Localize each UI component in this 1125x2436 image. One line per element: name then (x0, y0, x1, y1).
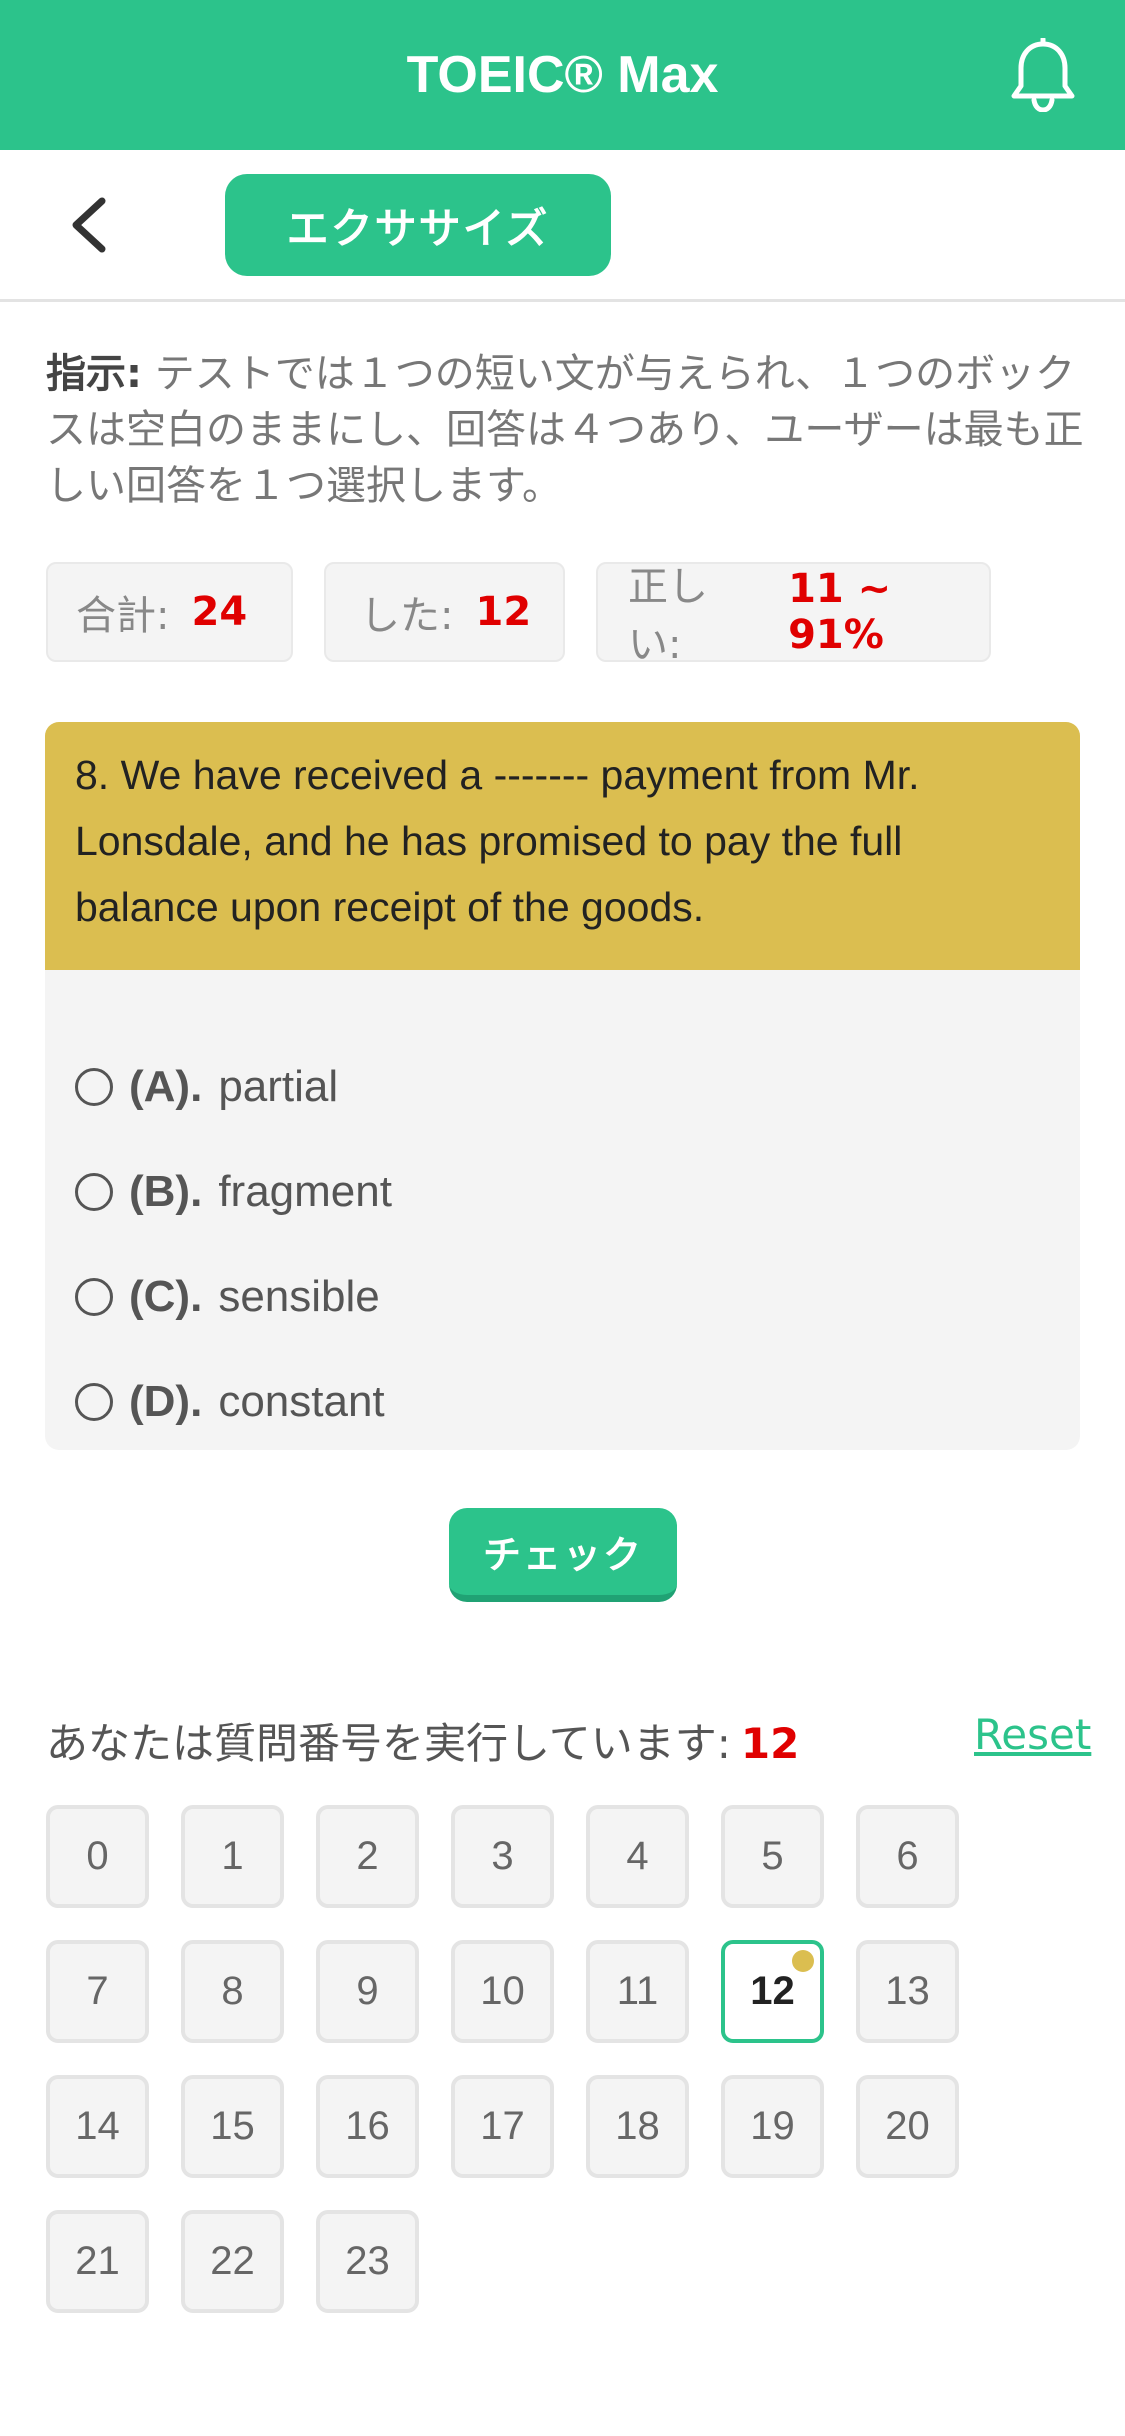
stat-done-label: した: (360, 593, 454, 639)
question-number-button[interactable]: 16 (316, 2075, 419, 2178)
option-b[interactable]: (B). fragment (75, 1157, 392, 1227)
question-number-button[interactable]: 4 (586, 1805, 689, 1908)
app-header: TOEIC® Max (0, 0, 1125, 150)
bell-icon[interactable] (1008, 38, 1078, 112)
sub-toolbar: エクササイズ (0, 150, 1125, 302)
question-number-button[interactable]: 9 (316, 1940, 419, 2043)
question-number-button[interactable]: 14 (46, 2075, 149, 2178)
question-number-button[interactable]: 20 (856, 2075, 959, 2178)
radio-button[interactable] (75, 1173, 113, 1211)
question-number-button[interactable]: 7 (46, 1940, 149, 2043)
option-text: fragment (218, 1167, 392, 1216)
current-indicator-dot (792, 1950, 814, 1972)
question-number-button[interactable]: 3 (451, 1805, 554, 1908)
option-text: sensible (218, 1272, 380, 1321)
question-number-button[interactable]: 23 (316, 2210, 419, 2313)
current-question-number: 12 (740, 1719, 800, 1768)
check-button[interactable]: チェック (449, 1508, 677, 1602)
question-number-button[interactable]: 2 (316, 1805, 419, 1908)
question-number-button[interactable]: 17 (451, 2075, 554, 2178)
stat-done-value: 12 (475, 589, 532, 635)
question-card: 8. We have received a ------- payment fr… (45, 722, 1080, 1450)
question-number-button[interactable]: 10 (451, 1940, 554, 2043)
radio-button[interactable] (75, 1383, 113, 1421)
option-letter: (A). (129, 1062, 203, 1111)
question-number-button[interactable]: 5 (721, 1805, 824, 1908)
progress-label: あなたは質問番号を実行しています: (46, 1719, 731, 1768)
chevron-left-icon[interactable] (64, 195, 114, 255)
question-number-button[interactable]: 18 (586, 2075, 689, 2178)
option-a[interactable]: (A). partial (75, 1052, 338, 1122)
question-number-button-current[interactable]: 12 (721, 1940, 824, 2043)
instructions: 指示: テストでは１つの短い文が与えられ、１つのボックスは空白のままにし、回答は… (46, 346, 1086, 514)
question-number-button[interactable]: 21 (46, 2210, 149, 2313)
app-title: TOEIC® Max (406, 46, 719, 104)
instructions-text: テストでは１つの短い文が与えられ、１つのボックスは空白のままにし、回答は４つあり… (46, 351, 1084, 509)
option-d[interactable]: (D). constant (75, 1367, 385, 1437)
stat-total-value: 24 (191, 589, 248, 635)
option-text: constant (218, 1377, 385, 1426)
radio-button[interactable] (75, 1068, 113, 1106)
stat-correct-value: 11 ~ 91% (788, 566, 892, 658)
question-number-button[interactable]: 19 (721, 2075, 824, 2178)
question-number-button[interactable]: 6 (856, 1805, 959, 1908)
question-number-button[interactable]: 22 (181, 2210, 284, 2313)
progress-line: あなたは質問番号を実行しています: 12 (46, 1710, 799, 1771)
instructions-label: 指示: (46, 351, 142, 397)
stat-correct: 正しい: 11 ~ 91% (596, 562, 991, 668)
option-letter: (C). (129, 1272, 203, 1321)
question-number-button[interactable]: 15 (181, 2075, 284, 2178)
question-text: 8. We have received a ------- payment fr… (45, 722, 1080, 970)
question-number-button[interactable]: 13 (856, 1940, 959, 2043)
question-number-button[interactable]: 11 (586, 1940, 689, 2043)
stat-correct-label: 正しい: (628, 564, 708, 668)
question-number-label: 12 (750, 1969, 795, 2013)
stat-done: した: 12 (324, 562, 565, 662)
reset-link[interactable]: Reset (974, 1710, 1091, 1759)
option-letter: (D). (129, 1377, 203, 1426)
exercise-tab[interactable]: エクササイズ (225, 174, 611, 276)
question-number-button[interactable]: 1 (181, 1805, 284, 1908)
option-letter: (B). (129, 1167, 203, 1216)
option-c[interactable]: (C). sensible (75, 1262, 380, 1332)
stat-total-label: 合計: (76, 593, 170, 639)
question-number-button[interactable]: 8 (181, 1940, 284, 2043)
question-number-button[interactable]: 0 (46, 1805, 149, 1908)
option-text: partial (218, 1062, 339, 1111)
stat-total: 合計: 24 (46, 562, 293, 662)
radio-button[interactable] (75, 1278, 113, 1316)
